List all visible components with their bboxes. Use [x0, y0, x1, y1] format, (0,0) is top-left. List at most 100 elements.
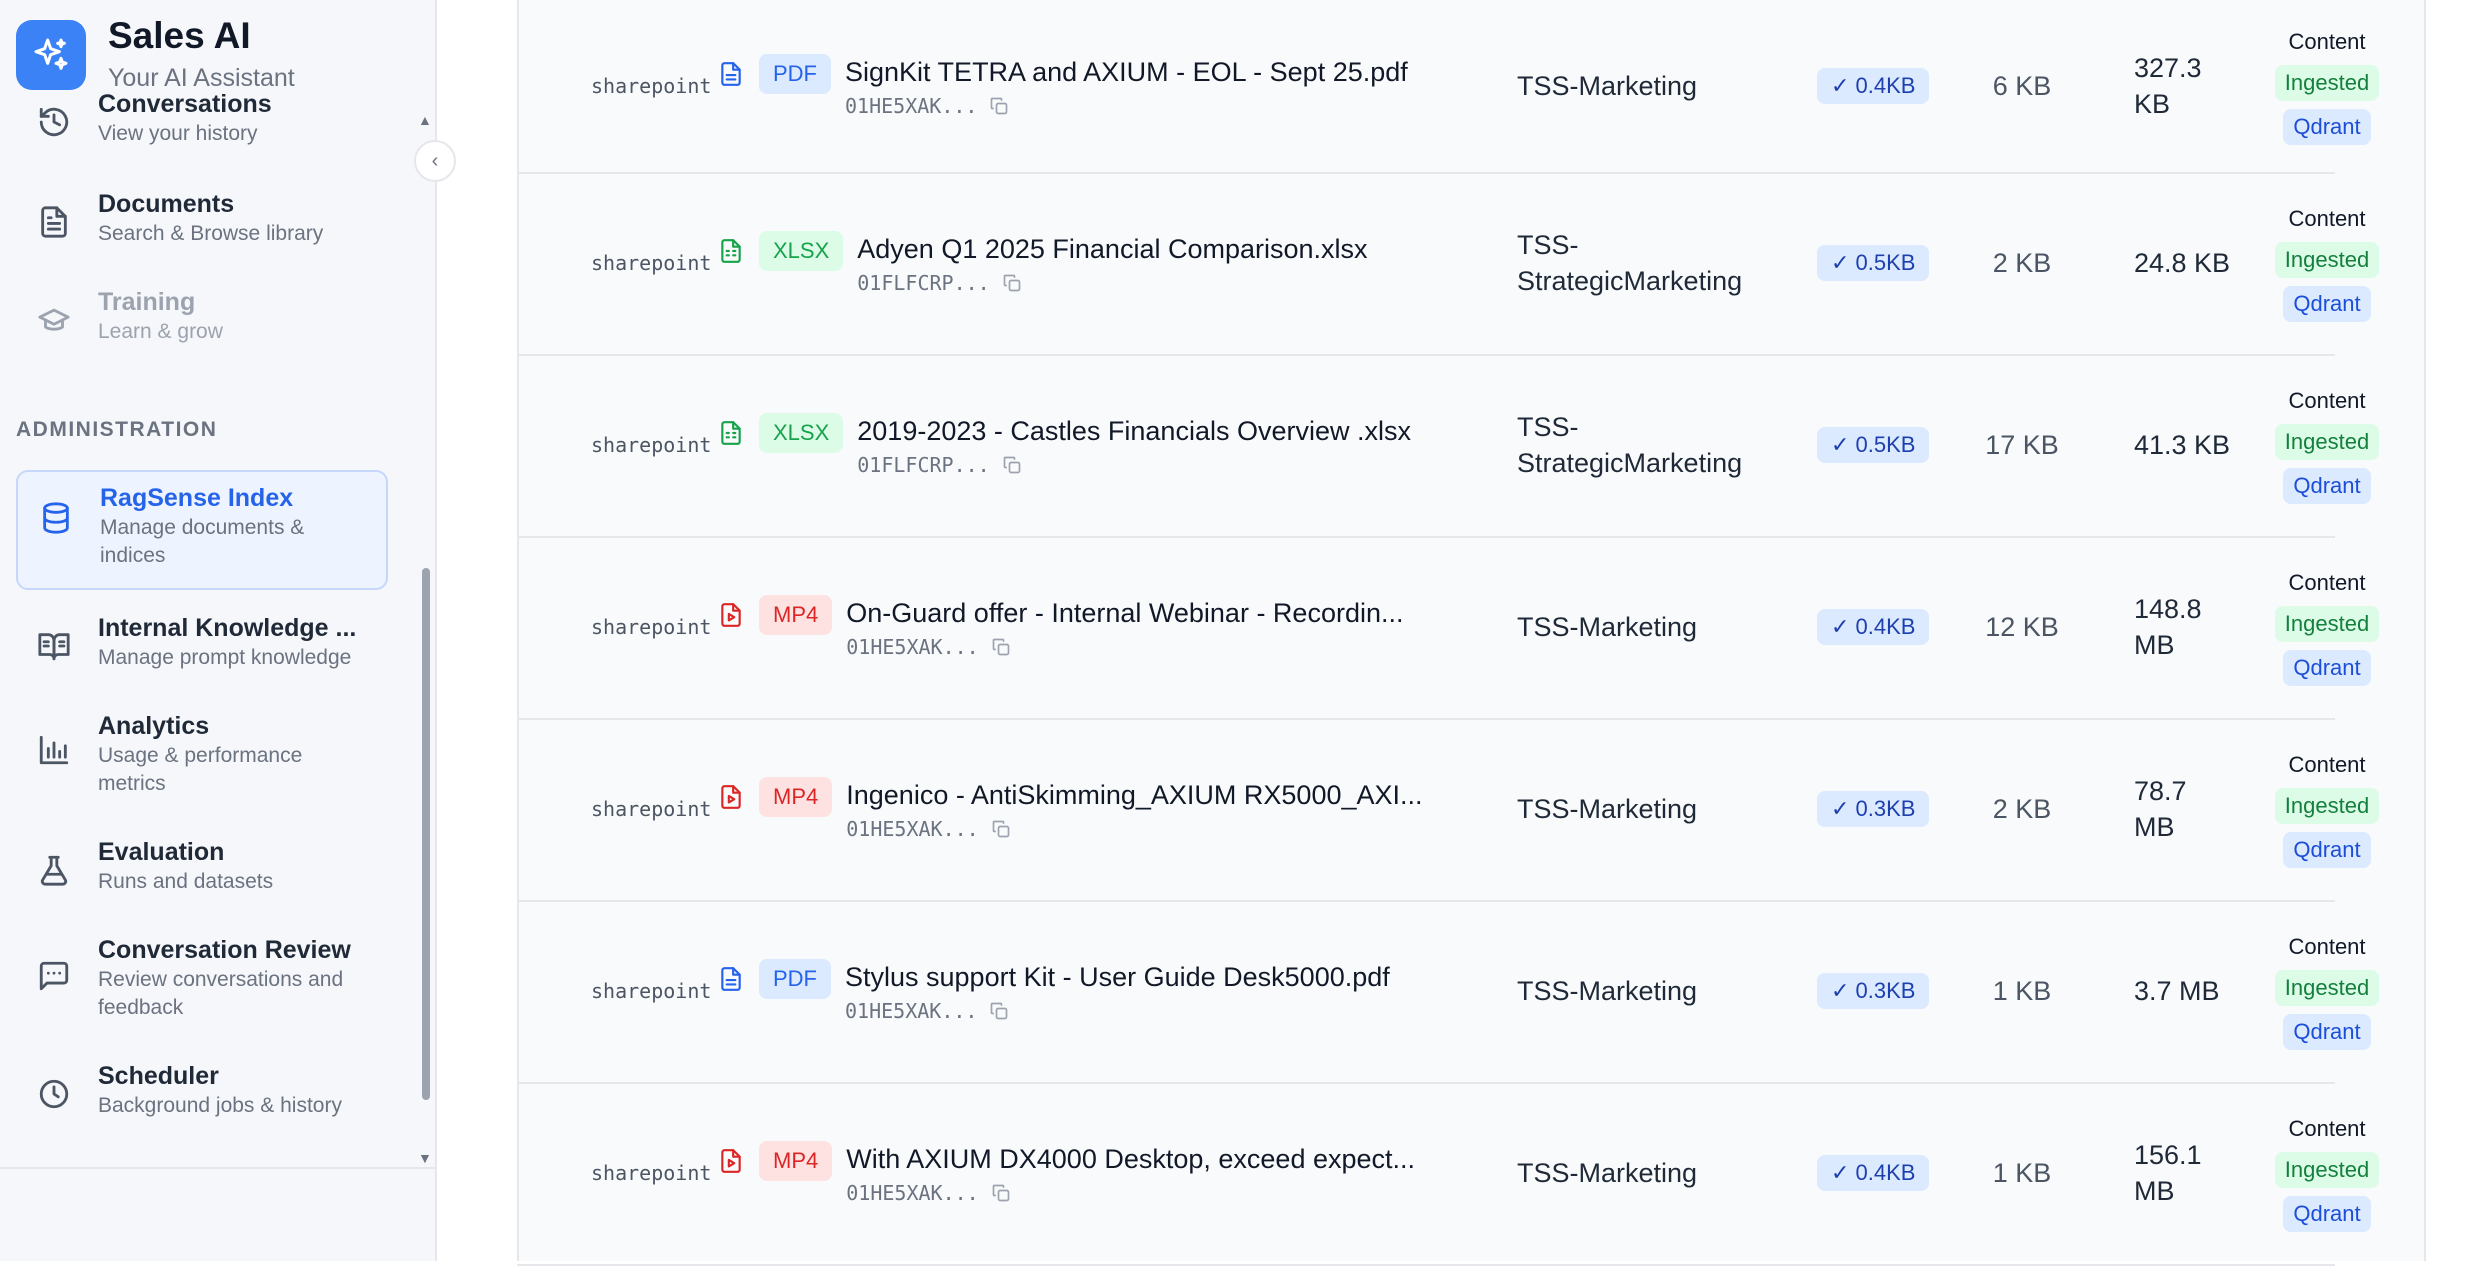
- status-label: Content: [2288, 1116, 2366, 1141]
- sidebar-item-desc: Manage prompt knowledge: [98, 646, 352, 669]
- flask-icon: [34, 850, 74, 890]
- status-label: Content: [2288, 29, 2366, 54]
- status-badge-qdrant: Qdrant: [2283, 109, 2371, 145]
- sidebar-item-label: Evaluation: [98, 838, 225, 866]
- chunk-size-badge: ✓ 0.5KB: [1817, 427, 1930, 463]
- status-cell: Content Ingested Qdrant: [2257, 1082, 2397, 1264]
- status-badge-qdrant: Qdrant: [2283, 1196, 2371, 1232]
- sidebar-item-desc: Runs and datasets: [98, 870, 274, 893]
- status-cell: Content Ingested Qdrant: [2257, 172, 2397, 354]
- file-type-badge: PDF: [759, 959, 831, 999]
- sidebar-item-label: RagSense Index: [100, 484, 294, 512]
- table-row[interactable]: sharepoint XLSX Adyen Q1 2025 Financial Co…: [517, 172, 2380, 356]
- table-row[interactable]: sharepoint PDF SignKit TETRA and AXIUM - E…: [517, 0, 2380, 174]
- table-row[interactable]: sharepoint MP4 With AXIUM DX4000 Desktop, …: [517, 1082, 2380, 1266]
- site-cell: TSS-Marketing: [1517, 1158, 1698, 1188]
- main-content: sharepoint PDF SignKit TETRA and AXIUM - E…: [437, 0, 2472, 1266]
- sidebar-item-scheduler[interactable]: Scheduler Background jobs & history: [16, 1060, 388, 1140]
- app-title: Sales AI: [108, 15, 251, 56]
- scroll-down-arrow-icon[interactable]: ▼: [418, 1150, 432, 1166]
- status-cell: Content Ingested Qdrant: [2257, 536, 2397, 718]
- file-name-link[interactable]: With AXIUM DX4000 Desktop, exceed expect…: [846, 1141, 1415, 1177]
- video-file-icon: [717, 781, 745, 813]
- status-badge-ingested: Ingested: [2274, 970, 2380, 1006]
- file-type-badge: MP4: [759, 777, 833, 817]
- chunk-size-cell: ✓ 0.3KB: [1817, 718, 1930, 900]
- document-icon: [34, 202, 74, 242]
- history-icon: [34, 102, 74, 142]
- file-name-link[interactable]: SignKit TETRA and AXIUM - EOL - Sept 25.…: [845, 54, 1408, 90]
- scroll-up-arrow-icon[interactable]: ▲: [418, 112, 432, 128]
- copy-icon[interactable]: [1002, 272, 1024, 294]
- file-id: 01FLFCRP...: [857, 453, 990, 477]
- sidebar-item-label: Conversations: [98, 92, 272, 118]
- pdf-file-icon: [717, 963, 745, 995]
- clock-icon: [34, 1074, 74, 1114]
- sidebar-item-label: Documents: [98, 190, 235, 218]
- file-type-badge: MP4: [759, 1141, 833, 1181]
- sidebar: Sales AI Your AI Assistant Conversations…: [0, 0, 437, 1261]
- status-badge-ingested: Ingested: [2274, 242, 2380, 278]
- status-badge-qdrant: Qdrant: [2283, 1014, 2371, 1050]
- spreadsheet-file-icon: [717, 417, 745, 449]
- status-badge-ingested: Ingested: [2274, 424, 2380, 460]
- copy-icon[interactable]: [989, 1000, 1011, 1022]
- sidebar-item-conversations[interactable]: Conversations View your history: [16, 92, 388, 168]
- sidebar-item-label: Conversation Review: [98, 936, 351, 964]
- sidebar-item-evaluation[interactable]: Evaluation Runs and datasets: [16, 836, 388, 916]
- section-label-administration: ADMINISTRATION: [16, 418, 218, 441]
- content-size-cell: 1 KB: [1992, 975, 2052, 1006]
- source-cell: sharepoint: [591, 251, 712, 275]
- graduation-cap-icon: [34, 300, 74, 340]
- table-row[interactable]: sharepoint MP4 Ingenico - AntiSkimming_AXI…: [517, 718, 2380, 902]
- file-name-link[interactable]: 2019-2023 - Castles Financials Overview …: [857, 413, 1411, 449]
- sidebar-item-label: Scheduler: [98, 1062, 219, 1090]
- table-row[interactable]: sharepoint PDF Stylus support Kit - User G…: [517, 900, 2380, 1084]
- file-name-cell: XLSX Adyen Q1 2025 Financial Comparison.x…: [717, 172, 1368, 354]
- table-row[interactable]: sharepoint MP4 On-Guard offer - Internal W…: [517, 536, 2380, 720]
- pdf-file-icon: [717, 58, 745, 90]
- copy-icon[interactable]: [991, 636, 1013, 658]
- file-size-cell: 41.3 KB: [2134, 430, 2231, 460]
- site-cell: TSS-Marketing: [1517, 976, 1698, 1006]
- copy-icon[interactable]: [991, 818, 1013, 840]
- source-cell: sharepoint: [591, 74, 712, 98]
- sidebar-item-conversation-review[interactable]: Conversation Review Review conversations…: [16, 934, 388, 1034]
- bar-chart-icon: [34, 730, 74, 770]
- database-icon: [36, 498, 76, 538]
- content-size-cell: 17 KB: [1985, 429, 2059, 460]
- sidebar-item-internal-knowledge[interactable]: Internal Knowledge ... Manage prompt kno…: [16, 612, 388, 692]
- spreadsheet-file-icon: [717, 235, 745, 267]
- sidebar-item-training[interactable]: Training Learn & grow: [16, 286, 388, 366]
- content-size-cell: 2 KB: [1992, 247, 2052, 278]
- file-name-link[interactable]: Ingenico - AntiSkimming_AXIUM RX5000_AXI…: [846, 777, 1422, 813]
- table-row[interactable]: sharepoint XLSX 2019-2023 - Castles Financ…: [517, 354, 2380, 538]
- copy-icon[interactable]: [989, 95, 1011, 117]
- collapse-sidebar-button[interactable]: ‹: [414, 140, 456, 182]
- sidebar-item-label: Internal Knowledge ...: [98, 614, 357, 642]
- sidebar-item-analytics[interactable]: Analytics Usage & performance metrics: [16, 710, 388, 810]
- file-name-link[interactable]: Adyen Q1 2025 Financial Comparison.xlsx: [857, 231, 1367, 267]
- status-label: Content: [2288, 934, 2366, 959]
- content-size-cell: 2 KB: [1992, 793, 2052, 824]
- chunk-size-badge: ✓ 0.5KB: [1817, 245, 1930, 281]
- sidebar-item-ragsense-index[interactable]: RagSense Index Manage documents & indice…: [16, 470, 388, 590]
- copy-icon[interactable]: [991, 1182, 1013, 1204]
- status-badge-qdrant: Qdrant: [2283, 832, 2371, 868]
- site-cell: TSS-Marketing: [1517, 612, 1698, 642]
- chunk-size-cell: ✓ 0.4KB: [1817, 536, 1930, 718]
- file-name-link[interactable]: On-Guard offer - Internal Webinar - Reco…: [846, 595, 1403, 631]
- book-open-icon: [34, 626, 74, 666]
- status-label: Content: [2288, 570, 2366, 595]
- file-type-badge: XLSX: [759, 413, 844, 453]
- sidebar-item-documents[interactable]: Documents Search & Browse library: [16, 188, 388, 268]
- video-file-icon: [717, 1145, 745, 1177]
- file-type-badge: MP4: [759, 595, 833, 635]
- sidebar-scrollbar[interactable]: [422, 568, 430, 1100]
- file-name-link[interactable]: Stylus support Kit - User Guide Desk5000…: [845, 959, 1390, 995]
- chevron-left-icon: ‹: [431, 149, 439, 172]
- sparkles-icon: [16, 20, 86, 90]
- file-name-cell: XLSX 2019-2023 - Castles Financials Overv…: [717, 354, 1411, 536]
- app-subtitle: Your AI Assistant: [108, 64, 295, 92]
- copy-icon[interactable]: [1002, 454, 1024, 476]
